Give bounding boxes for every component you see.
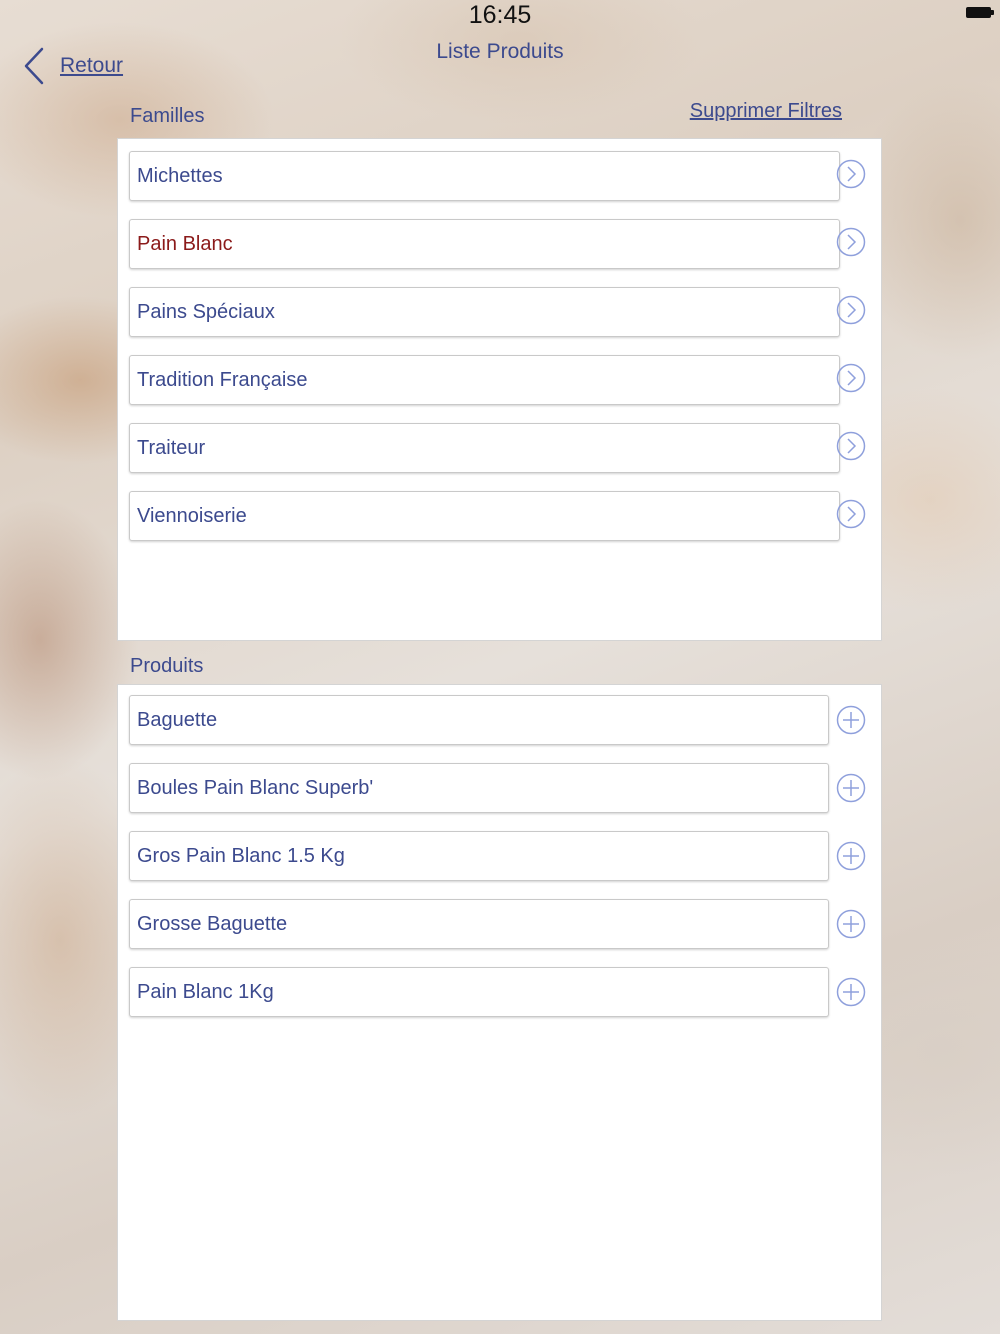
list-item: Boules Pain Blanc Superb' [129, 763, 829, 813]
produit-grosse-baguette[interactable]: Grosse Baguette [129, 899, 829, 949]
famille-michettes[interactable]: Michettes [129, 151, 840, 201]
produits-list: Baguette Boules Pain Blanc Superb' Gros … [117, 684, 882, 1321]
famille-pain-blanc[interactable]: Pain Blanc [129, 219, 840, 269]
produit-gros-pain-blanc[interactable]: Gros Pain Blanc 1.5 Kg [129, 831, 829, 881]
list-item: Baguette [129, 695, 829, 745]
chevron-right-circle-icon[interactable] [836, 363, 866, 393]
plus-circle-icon[interactable] [836, 909, 866, 939]
famille-traiteur[interactable]: Traiteur [129, 423, 840, 473]
list-item: Traiteur [129, 423, 840, 473]
list-item: Pain Blanc 1Kg [129, 967, 829, 1017]
chevron-right-circle-icon[interactable] [836, 431, 866, 461]
produit-baguette[interactable]: Baguette [129, 695, 829, 745]
page-title: Liste Produits [436, 40, 564, 63]
chevron-right-circle-icon[interactable] [836, 227, 866, 257]
list-item: Pains Spéciaux [129, 287, 840, 337]
chevron-right-circle-icon[interactable] [836, 295, 866, 325]
produits-label: Produits [130, 655, 204, 677]
status-time: 16:45 [468, 1, 532, 29]
list-item: Viennoiserie [129, 491, 840, 541]
clear-filters-link[interactable]: Supprimer Filtres [690, 100, 842, 123]
familles-list: Michettes Pain Blanc Pains Spéciaux Trad… [117, 138, 882, 641]
list-item: Gros Pain Blanc 1.5 Kg [129, 831, 829, 881]
chevron-right-circle-icon[interactable] [836, 159, 866, 189]
list-item: Tradition Française [129, 355, 840, 405]
battery-icon [966, 7, 994, 18]
list-item: Grosse Baguette [129, 899, 829, 949]
plus-circle-icon[interactable] [836, 977, 866, 1007]
famille-viennoiserie[interactable]: Viennoiserie [129, 491, 840, 541]
famille-tradition-francaise[interactable]: Tradition Française [129, 355, 840, 405]
famille-pain-blanc-label: Pain Blanc [137, 232, 233, 255]
plus-circle-icon[interactable] [836, 705, 866, 735]
famille-pains-speciaux[interactable]: Pains Spéciaux [129, 287, 840, 337]
produit-pain-blanc-1kg[interactable]: Pain Blanc 1Kg [129, 967, 829, 1017]
familles-label: Familles [130, 105, 205, 127]
list-item: Pain Blanc [129, 219, 840, 269]
plus-circle-icon[interactable] [836, 841, 866, 871]
produit-boules-pain-blanc-superb[interactable]: Boules Pain Blanc Superb' [129, 763, 829, 813]
plus-circle-icon[interactable] [836, 773, 866, 803]
list-item: Michettes [129, 151, 840, 201]
chevron-right-circle-icon[interactable] [836, 499, 866, 529]
